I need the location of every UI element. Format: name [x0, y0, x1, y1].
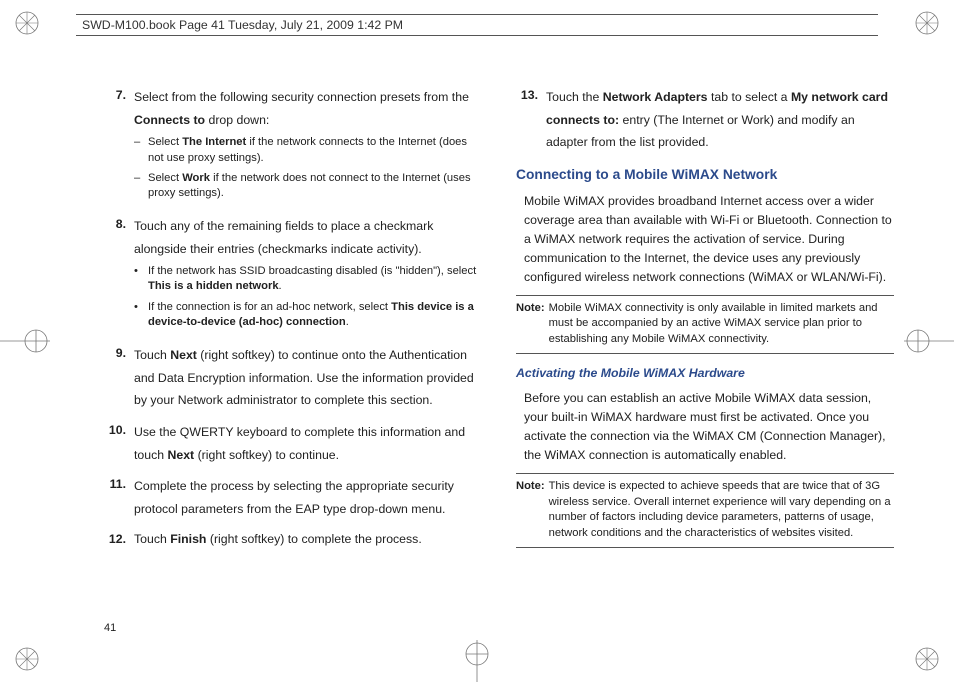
crop-mark-icon: [462, 640, 492, 682]
page-number: 41: [104, 622, 116, 634]
crop-mark-icon: [904, 326, 954, 356]
bold: Work: [182, 172, 210, 184]
bold: This is a hidden network: [148, 280, 279, 292]
corner-ornament-icon: [14, 10, 40, 36]
running-header: SWD-M100.book Page 41 Tuesday, July 21, …: [76, 14, 878, 36]
dash-item: Select The Internet if the network conne…: [134, 135, 482, 165]
step-12: 12. Touch Finish (right softkey) to comp…: [104, 530, 482, 549]
text: tab to select a: [708, 90, 791, 104]
right-column: 13. Touch the Network Adapters tab to se…: [516, 86, 894, 612]
step-10: 10. Use the QWERTY keyboard to complete …: [104, 421, 482, 466]
step-number: 9.: [104, 344, 134, 412]
body-paragraph: Before you can establish an active Mobil…: [524, 389, 894, 465]
body-paragraph: Mobile WiMAX provides broadband Internet…: [524, 192, 894, 287]
note-label: Note:: [516, 479, 549, 542]
step-number: 8.: [104, 215, 134, 335]
subsection-heading: Activating the Mobile WiMAX Hardware: [516, 364, 894, 383]
step-bold: Connects to: [134, 113, 205, 127]
note-block: Note: This device is expected to achieve…: [516, 473, 894, 548]
page-columns: 7. Select from the following security co…: [104, 86, 894, 612]
bold: Network Adapters: [603, 90, 708, 104]
dash-item: Select Work if the network does not conn…: [134, 171, 482, 201]
step-text: drop down:: [205, 113, 269, 127]
bold: Finish: [170, 532, 206, 546]
bold: The Internet: [182, 136, 246, 148]
step-number: 7.: [104, 86, 134, 206]
note-label: Note:: [516, 301, 549, 348]
corner-ornament-icon: [14, 646, 40, 672]
bold: Next: [170, 348, 197, 362]
text: Touch: [134, 532, 170, 546]
step-text: Complete the process by selecting the ap…: [134, 475, 482, 520]
running-header-text: SWD-M100.book Page 41 Tuesday, July 21, …: [82, 18, 403, 32]
step-text: Touch any of the remaining fields to pla…: [134, 219, 433, 256]
bullet-item: If the connection is for an ad-hoc netwo…: [134, 300, 482, 330]
text: If the connection is for an ad-hoc netwo…: [148, 301, 391, 313]
text: If the network has SSID broadcasting dis…: [148, 265, 476, 277]
step-number: 12.: [104, 530, 134, 549]
text: .: [279, 280, 282, 292]
step-number: 11.: [104, 475, 134, 520]
step-7: 7. Select from the following security co…: [104, 86, 482, 206]
bullet-item: If the network has SSID broadcasting dis…: [134, 264, 482, 294]
note-text: Mobile WiMAX connectivity is only availa…: [549, 301, 894, 348]
text: Touch the: [546, 90, 603, 104]
text: Select: [148, 136, 182, 148]
bold: Next: [168, 448, 195, 462]
note-block: Note: Mobile WiMAX connectivity is only …: [516, 295, 894, 354]
step-13: 13. Touch the Network Adapters tab to se…: [516, 86, 894, 154]
crop-mark-icon: [0, 326, 50, 356]
step-11: 11. Complete the process by selecting th…: [104, 475, 482, 520]
text: Select: [148, 172, 182, 184]
note-text: This device is expected to achieve speed…: [549, 479, 894, 542]
text: (right softkey) to complete the process.: [206, 532, 421, 546]
step-9: 9. Touch Next (right softkey) to continu…: [104, 344, 482, 412]
corner-ornament-icon: [914, 10, 940, 36]
text: Touch: [134, 348, 170, 362]
step-number: 10.: [104, 421, 134, 466]
step-8: 8. Touch any of the remaining fields to …: [104, 215, 482, 335]
section-heading: Connecting to a Mobile WiMAX Network: [516, 164, 894, 185]
text: (right softkey) to continue.: [194, 448, 339, 462]
step-number: 13.: [516, 86, 546, 154]
left-column: 7. Select from the following security co…: [104, 86, 482, 612]
corner-ornament-icon: [914, 646, 940, 672]
text: .: [346, 316, 349, 328]
step-text: Select from the following security conne…: [134, 90, 469, 104]
